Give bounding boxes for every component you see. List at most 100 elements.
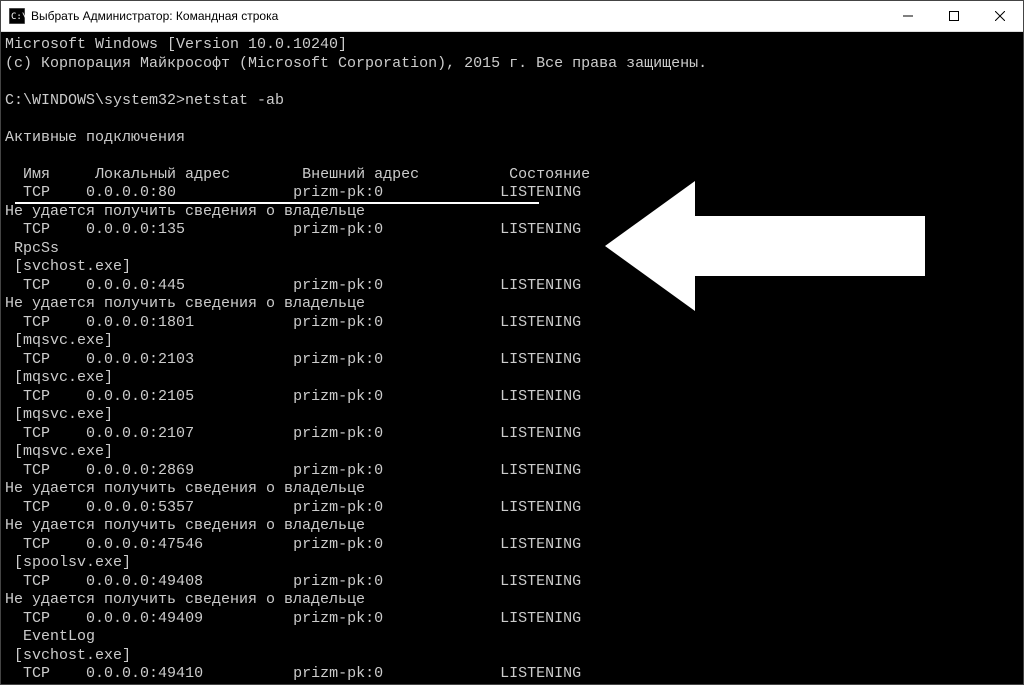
cell-local: 0.0.0.0:1801 (86, 314, 194, 331)
table-row: TCP 0.0.0.0:5357 prizm-pk:0 LISTENING (5, 499, 1019, 518)
table-row: TCP 0.0.0.0:49409 prizm-pk:0 LISTENING (5, 610, 1019, 629)
cell-local: 0.0.0.0:49408 (86, 573, 203, 590)
col-foreign: Внешний адрес (302, 166, 419, 183)
cell-proto: TCP (23, 536, 50, 553)
cell-foreign: prizm-pk:0 (293, 221, 383, 238)
cell-state: LISTENING (500, 573, 581, 590)
owner-line: Не удается получить сведения о владельце (5, 480, 1019, 499)
cell-foreign: prizm-pk:0 (293, 425, 383, 442)
process-line: [svchost.exe] (5, 647, 1019, 666)
cell-proto: TCP (23, 184, 50, 201)
cell-local: 0.0.0.0:49409 (86, 610, 203, 627)
cell-state: LISTENING (500, 351, 581, 368)
cell-proto: TCP (23, 425, 50, 442)
cell-foreign: prizm-pk:0 (293, 610, 383, 627)
owner-line: Не удается получить сведения о владельце (5, 203, 1019, 222)
window-title: Выбрать Администратор: Командная строка (31, 9, 885, 23)
maximize-button[interactable] (931, 1, 977, 31)
owner-line: Не удается получить сведения о владельце (5, 591, 1019, 610)
cell-state: LISTENING (500, 388, 581, 405)
cell-state: LISTENING (500, 277, 581, 294)
highlighted-row: TCP 0.0.0.0:80 prizm-pk:0 LISTENING (5, 184, 1019, 203)
table-row: TCP 0.0.0.0:2107 prizm-pk:0 LISTENING (5, 425, 1019, 444)
cell-proto: TCP (23, 351, 50, 368)
cell-proto: TCP (23, 610, 50, 627)
process-line: [svchost.exe] (5, 258, 1019, 277)
cell-state: LISTENING (500, 425, 581, 442)
cell-foreign: prizm-pk:0 (293, 665, 383, 682)
cell-proto: TCP (23, 499, 50, 516)
cell-foreign: prizm-pk:0 (293, 499, 383, 516)
table-row: TCP 0.0.0.0:2869 prizm-pk:0 LISTENING (5, 462, 1019, 481)
terminal-output[interactable]: Microsoft Windows [Version 10.0.10240](с… (1, 32, 1023, 684)
svg-text:C:\: C:\ (11, 12, 25, 22)
cell-foreign: prizm-pk:0 (293, 536, 383, 553)
cell-proto: TCP (23, 665, 50, 682)
cell-foreign: prizm-pk:0 (293, 388, 383, 405)
cell-proto: TCP (23, 573, 50, 590)
cell-state: LISTENING (500, 610, 581, 627)
cell-local: 0.0.0.0:2103 (86, 351, 194, 368)
window-controls (885, 1, 1023, 31)
table-header-row: Имя Локальный адрес Внешний адрес Состоя… (5, 166, 1019, 185)
col-local: Локальный адрес (95, 166, 230, 183)
titlebar[interactable]: C:\ Выбрать Администратор: Командная стр… (1, 1, 1023, 32)
app-window: C:\ Выбрать Администратор: Командная стр… (0, 0, 1024, 685)
terminal-line (5, 110, 1019, 129)
table-row: TCP 0.0.0.0:135 prizm-pk:0 LISTENING (5, 221, 1019, 240)
cell-proto: TCP (23, 277, 50, 294)
cell-proto: TCP (23, 388, 50, 405)
process-line: [mqsvc.exe] (5, 406, 1019, 425)
table-row: TCP 0.0.0.0:2105 prizm-pk:0 LISTENING (5, 388, 1019, 407)
cell-state: LISTENING (500, 462, 581, 479)
cell-state: LISTENING (500, 221, 581, 238)
cell-foreign: prizm-pk:0 (293, 277, 383, 294)
col-state: Состояние (509, 166, 590, 183)
table-row: TCP 0.0.0.0:2103 prizm-pk:0 LISTENING (5, 351, 1019, 370)
table-row: TCP 0.0.0.0:1801 prizm-pk:0 LISTENING (5, 314, 1019, 333)
process-line: [mqsvc.exe] (5, 332, 1019, 351)
cell-foreign: prizm-pk:0 (293, 351, 383, 368)
cell-local: 0.0.0.0:49410 (86, 665, 203, 682)
process-line: EventLog (5, 628, 1019, 647)
process-line: [mqsvc.exe] (5, 443, 1019, 462)
cell-local: 0.0.0.0:80 (86, 184, 176, 201)
cell-proto: TCP (23, 221, 50, 238)
process-line: [mqsvc.exe] (5, 369, 1019, 388)
col-proto: Имя (23, 166, 50, 183)
cell-local: 0.0.0.0:2105 (86, 388, 194, 405)
cell-local: 0.0.0.0:2869 (86, 462, 194, 479)
close-button[interactable] (977, 1, 1023, 31)
terminal-section-title: Активные подключения (5, 129, 1019, 148)
cell-proto: TCP (23, 462, 50, 479)
cell-foreign: prizm-pk:0 (293, 462, 383, 479)
terminal-line (5, 147, 1019, 166)
terminal-line: Microsoft Windows [Version 10.0.10240] (5, 36, 1019, 55)
minimize-button[interactable] (885, 1, 931, 31)
owner-line: Не удается получить сведения о владельце (5, 295, 1019, 314)
cell-local: 0.0.0.0:5357 (86, 499, 194, 516)
cmd-icon: C:\ (9, 8, 25, 24)
process-line: RpcSs (5, 240, 1019, 259)
terminal-prompt-line: C:\WINDOWS\system32>netstat -ab (5, 92, 1019, 111)
cell-state: LISTENING (500, 499, 581, 516)
cell-foreign: prizm-pk:0 (293, 184, 383, 201)
terminal-line (5, 73, 1019, 92)
cell-foreign: prizm-pk:0 (293, 573, 383, 590)
terminal-line: (с) Корпорация Майкрософт (Microsoft Cor… (5, 55, 1019, 74)
cell-state: LISTENING (500, 665, 581, 682)
cell-proto: TCP (23, 314, 50, 331)
owner-line: Не удается получить сведения о владельце (5, 517, 1019, 536)
table-row: TCP 0.0.0.0:445 prizm-pk:0 LISTENING (5, 277, 1019, 296)
table-row: TCP 0.0.0.0:47546 prizm-pk:0 LISTENING (5, 536, 1019, 555)
cell-local: 0.0.0.0:445 (86, 277, 185, 294)
cell-local: 0.0.0.0:47546 (86, 536, 203, 553)
process-line: [spoolsv.exe] (5, 554, 1019, 573)
cell-local: 0.0.0.0:135 (86, 221, 185, 238)
cell-state: LISTENING (500, 184, 581, 201)
cell-local: 0.0.0.0:2107 (86, 425, 194, 442)
table-row: TCP 0.0.0.0:49408 prizm-pk:0 LISTENING (5, 573, 1019, 592)
cell-state: LISTENING (500, 536, 581, 553)
cell-state: LISTENING (500, 314, 581, 331)
table-row: TCP 0.0.0.0:49410 prizm-pk:0 LISTENING (5, 665, 1019, 684)
